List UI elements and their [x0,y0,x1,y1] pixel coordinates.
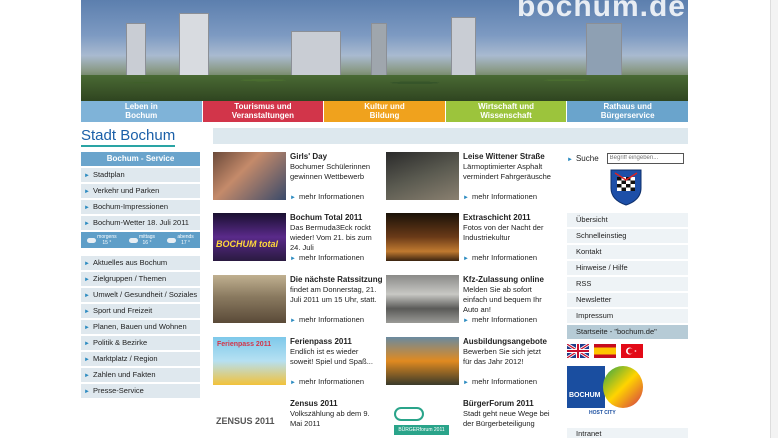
uk-flag-icon[interactable] [567,344,589,358]
nav-tab-tourismus[interactable]: Tourismus und Veranstaltungen [202,101,325,122]
arrow-right-icon: ► [84,293,90,299]
news-item: Ferienpass 2011 Ferienpass 2011 Endlich … [213,337,378,395]
language-flags [567,344,643,358]
cloud-icon [87,237,97,243]
news-item: BÜRGERforum 2011 BürgerForum 2011 Stadt … [386,399,551,438]
link-schnelleinstieg[interactable]: Schnelleinstieg [567,229,688,243]
weather-widget: morgens 15 ° mittags 16 ° abends 17 ° [81,232,200,248]
sidebar-item-planen[interactable]: ► Planen, Bauen und Wohnen [81,320,200,334]
news-item: Girls' Day Bochumer Schülerinnen gewinne… [213,152,378,210]
arrow-right-icon: ► [84,341,90,347]
news-item: Leise Wittener Straße Lärmoptimierter As… [386,152,551,210]
news-item: Extraschicht 2011 Fotos von der Nacht de… [386,213,551,271]
arrow-right-icon: ► [84,189,90,195]
sidebar-item-verkehr[interactable]: ► Verkehr und Parken [81,184,200,198]
more-info-link[interactable]: ► mehr Informationen [463,377,537,386]
sidebar-item-sport[interactable]: ► Sport und Freizeit [81,304,200,318]
link-kontakt[interactable]: Kontakt [567,245,688,259]
header-city-photo: bochum.de [81,0,688,101]
search-input[interactable] [606,152,684,164]
arrow-right-icon: ► [84,261,90,267]
news-thumbnail[interactable]: ZENSUS 2011 [213,399,286,438]
link-startseite[interactable]: Startseite - "bochum.de" [567,325,688,339]
arrow-right-icon: ► [84,389,90,395]
arrow-right-icon: ► [84,277,90,283]
arrow-right-icon: ► [84,325,90,331]
sidebar-item-impressionen[interactable]: ► Bochum-Impressionen [81,200,200,214]
arrow-right-icon: ► [290,318,296,324]
news-thumbnail[interactable]: Ferienpass 2011 [213,337,286,385]
more-info-link[interactable]: ► mehr Informationen [463,315,537,324]
arrow-right-icon: ► [84,373,90,379]
news-thumbnail[interactable] [213,152,286,200]
news-thumbnail[interactable]: BÜRGERforum 2011 [386,399,459,438]
news-item: Kfz-Zulassung online Melden Sie ab sofor… [386,275,551,333]
top-bar [213,128,688,144]
arrow-right-icon: ► [463,256,469,262]
quick-links: Übersicht Schnelleinstieg Kontakt Hinwei… [567,213,688,341]
news-thumbnail[interactable] [386,337,459,385]
more-info-link[interactable]: ► mehr Informationen [463,192,537,201]
news-thumbnail[interactable]: BOCHUM total [213,213,286,261]
sidebar-item-zielgruppen[interactable]: ► Zielgruppen / Themen [81,272,200,286]
link-rss[interactable]: RSS [567,277,688,291]
nav-tab-leben[interactable]: Leben in Bochum [81,101,203,122]
site-watermark: bochum.de [516,0,686,23]
news-item: Die nächste Ratssitzung findet am Donner… [213,275,382,333]
search-label: ► Suche [567,153,599,163]
sidebar-item-marktplatz[interactable]: ► Marktplatz / Region [81,352,200,366]
sidebar-item-umwelt[interactable]: ► Umwelt / Gesundheit / Soziales [81,288,200,302]
more-info-link[interactable]: ► mehr Informationen [290,192,364,201]
main-navigation: Leben in Bochum Tourismus und Veranstaltun… [81,101,688,122]
arrow-right-icon: ► [567,156,573,163]
cloud-icon [167,237,177,243]
service-sidebar: Bochum - Service ► Stadtplan ► Verkehr und… [81,152,200,398]
cloud-icon [128,237,138,243]
arrow-right-icon: ► [84,205,90,211]
nav-tab-kultur[interactable]: Kultur und Bildung [324,101,446,122]
city-crest-icon[interactable] [609,168,643,206]
sidebar-item-wetter[interactable]: ► Bochum-Wetter 18. Juli 2011 [81,216,200,230]
arrow-right-icon: ► [463,195,469,201]
arrow-right-icon: ► [463,380,469,386]
link-newsletter[interactable]: Newsletter [567,293,688,307]
more-info-link[interactable]: ► mehr Informationen [463,253,537,262]
more-info-link[interactable]: ► mehr Informationen [290,377,364,386]
arrow-right-icon: ► [290,380,296,386]
more-info-link[interactable]: ► mehr Informationen [290,315,364,324]
arrow-right-icon: ► [84,173,90,179]
fifa-host-city-logo[interactable]: BOCHUM HOST CITY [567,366,648,418]
nav-tab-wirtschaft[interactable]: Wirtschaft und Wissenschaft [445,101,568,122]
arrow-right-icon: ► [84,221,90,227]
arrow-right-icon: ► [84,357,90,363]
link-intranet[interactable]: Intranet [567,428,688,438]
news-thumbnail[interactable] [213,275,286,323]
news-item: ZENSUS 2011 Zensus 2011 Volkszählung ab … [213,399,378,438]
sidebar-item-stadtplan[interactable]: ► Stadtplan [81,168,200,182]
sidebar-item-presse[interactable]: ► Presse-Service [81,384,200,398]
scrollbar[interactable] [770,0,778,438]
news-thumbnail[interactable] [386,275,459,323]
sidebar-item-aktuelles[interactable]: ► Aktuelles aus Bochum [81,256,200,270]
sidebar-item-zahlen[interactable]: ► Zahlen und Fakten [81,368,200,382]
service-heading: Bochum - Service [81,152,200,166]
arrow-right-icon: ► [84,309,90,315]
news-thumbnail[interactable] [386,152,459,200]
search-box: ► Suche [567,152,688,164]
news-item: BOCHUM total Bochum Total 2011 Das Bermu… [213,213,378,271]
more-info-link[interactable]: ► mehr Informationen [290,253,364,262]
link-uebersicht[interactable]: Übersicht [567,213,688,227]
sidebar-item-politik[interactable]: ► Politik & Bezirke [81,336,200,350]
site-logo[interactable]: Stadt Bochum [81,128,176,147]
turkey-flag-icon[interactable] [621,344,643,358]
news-item: Ausbildungsangebote Bewerben Sie sich je… [386,337,551,395]
nav-tab-rathaus[interactable]: Rathaus und Bürgerservice [567,101,688,122]
arrow-right-icon: ► [290,256,296,262]
link-impressum[interactable]: Impressum [567,309,688,323]
spain-flag-icon[interactable] [594,344,616,358]
link-hinweise[interactable]: Hinweise / Hilfe [567,261,688,275]
arrow-right-icon: ► [463,318,469,324]
arrow-right-icon: ► [290,195,296,201]
news-thumbnail[interactable] [386,213,459,261]
